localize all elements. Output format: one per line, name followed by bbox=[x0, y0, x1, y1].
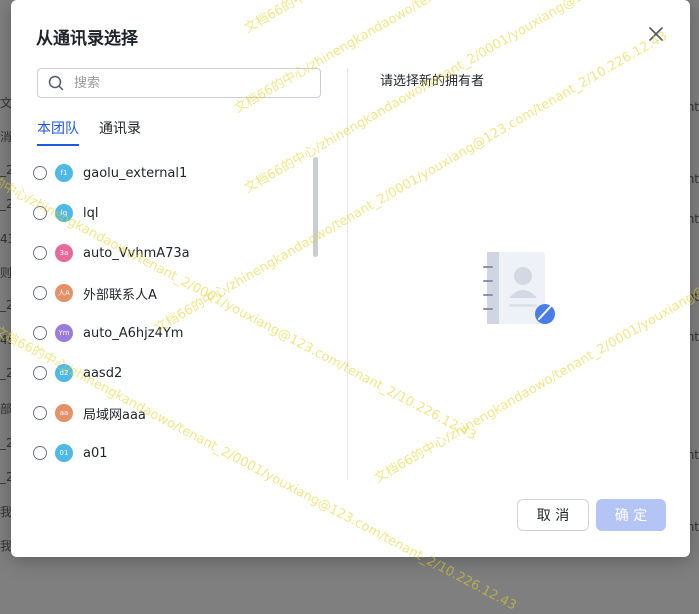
contact-row[interactable]: lq lql bbox=[33, 193, 309, 233]
empty-state-illustration bbox=[481, 248, 561, 334]
contact-row[interactable]: f1 gaolu_external1 bbox=[33, 153, 309, 193]
avatar: d2 bbox=[55, 364, 73, 382]
contact-radio[interactable] bbox=[33, 166, 47, 180]
dialog-title: 从通讯录选择 bbox=[36, 29, 138, 49]
contact-row[interactable]: 01 a01 bbox=[33, 433, 309, 473]
contact-list: f1 gaolu_external1lq lql 3a auto_VvhmA73a 人A 外… bbox=[33, 153, 309, 473]
search-icon bbox=[48, 75, 64, 91]
tab-bar: 本团队 通讯录 bbox=[37, 118, 141, 146]
avatar: 3a bbox=[55, 244, 73, 262]
contact-name: lql bbox=[83, 205, 99, 221]
tab-contacts[interactable]: 通讯录 bbox=[99, 118, 141, 146]
close-icon bbox=[649, 27, 663, 41]
contact-radio[interactable] bbox=[33, 326, 47, 340]
contact-name: auto_VvhmA73a bbox=[83, 245, 190, 261]
panel-divider bbox=[347, 68, 348, 480]
contact-row[interactable]: aa 局域网aaa bbox=[33, 393, 309, 433]
contact-radio[interactable] bbox=[33, 206, 47, 220]
contact-name: gaolu_external1 bbox=[83, 165, 188, 181]
contact-radio[interactable] bbox=[33, 446, 47, 460]
contact-book-icon bbox=[483, 252, 555, 324]
cancel-button[interactable]: 取 消 bbox=[517, 499, 589, 531]
contact-row[interactable]: d2 aasd2 bbox=[33, 353, 309, 393]
select-contact-dialog: 从通讯录选择 本团队 通讯录 f1 gaolu_external1lqlql 3a a… bbox=[11, 0, 690, 557]
contact-name: auto_A6hjz4Ym bbox=[83, 325, 184, 341]
contact-row[interactable]: 3a auto_VvhmA73a bbox=[33, 233, 309, 273]
contact-radio[interactable] bbox=[33, 286, 47, 300]
close-button[interactable] bbox=[646, 24, 666, 44]
selected-owner-hint: 请选择新的拥有者 bbox=[380, 74, 485, 89]
list-scrollbar[interactable] bbox=[313, 157, 318, 257]
contact-name: 局域网aaa bbox=[83, 407, 146, 423]
avatar: f1 bbox=[55, 164, 73, 182]
contact-name: a01 bbox=[83, 445, 108, 461]
contact-row[interactable]: Ym auto_A6hjz4Ym bbox=[33, 313, 309, 353]
tab-my-team[interactable]: 本团队 bbox=[37, 118, 79, 146]
contact-radio[interactable] bbox=[33, 406, 47, 420]
avatar: 01 bbox=[55, 444, 73, 462]
search-field[interactable] bbox=[37, 68, 321, 98]
avatar: Ym bbox=[55, 324, 73, 342]
contact-name: aasd2 bbox=[83, 365, 123, 381]
contact-radio[interactable] bbox=[33, 366, 47, 380]
contact-name: 外部联系人A bbox=[83, 287, 157, 303]
contact-row[interactable]: 人A 外部联系人A bbox=[33, 273, 309, 313]
confirm-button[interactable]: 确 定 bbox=[596, 499, 666, 531]
avatar: aa bbox=[55, 404, 73, 422]
avatar: lq bbox=[55, 204, 73, 222]
avatar: 人A bbox=[55, 284, 73, 302]
search-input[interactable] bbox=[72, 74, 296, 92]
contact-radio[interactable] bbox=[33, 246, 47, 260]
